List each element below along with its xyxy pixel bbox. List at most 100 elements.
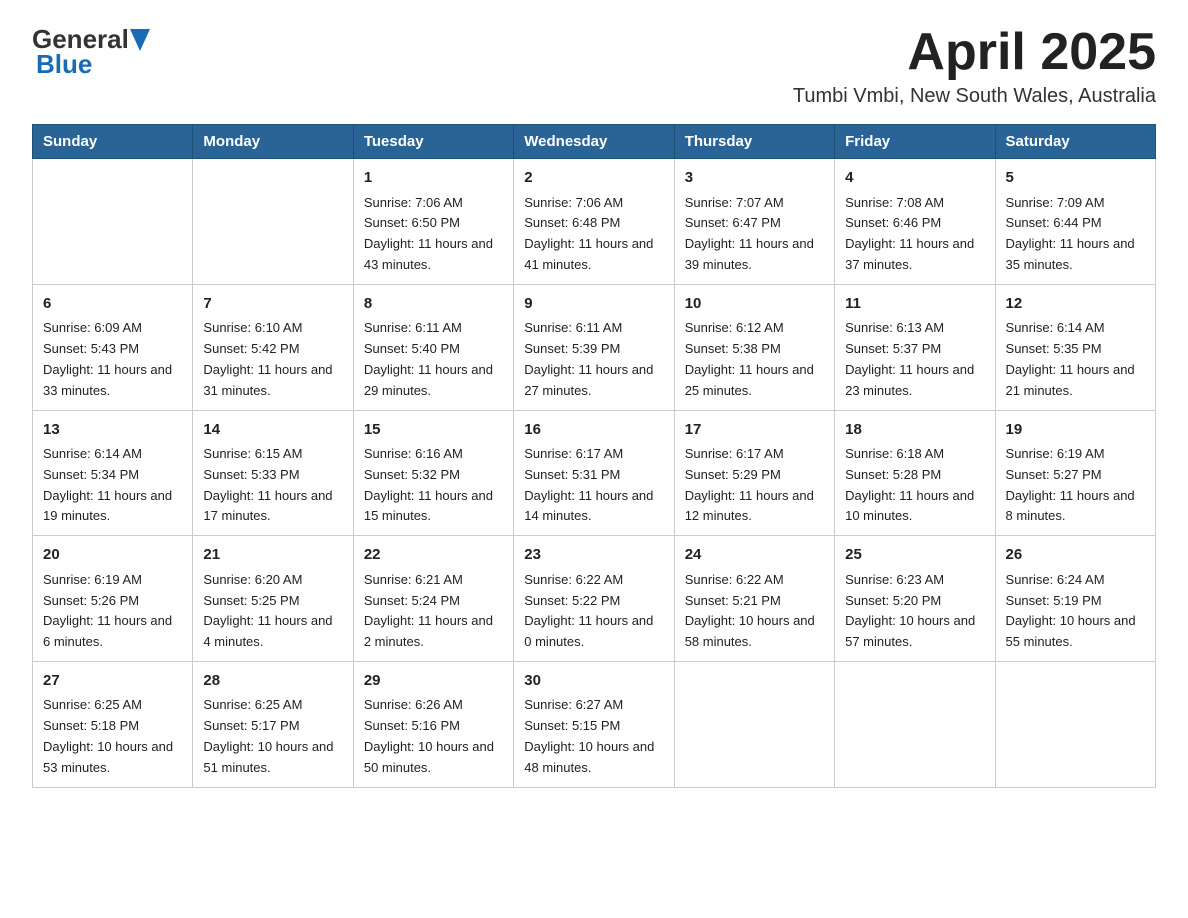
day-number: 14: [203, 419, 342, 442]
day-cell: [33, 159, 193, 285]
day-number: 29: [364, 670, 503, 693]
day-cell: 11Sunrise: 6:13 AMSunset: 5:37 PMDayligh…: [835, 284, 995, 410]
day-cell: 24 Sunrise: 6:22 AMSunset: 5:21 PMDayligh…: [674, 536, 834, 662]
day-number: 2: [524, 167, 663, 190]
day-cell: 6Sunrise: 6:09 AMSunset: 5:43 PMDaylight…: [33, 284, 193, 410]
day-number: 1: [364, 167, 503, 190]
day-number: 16: [524, 419, 663, 442]
day-cell: 10Sunrise: 6:12 AMSunset: 5:38 PMDayligh…: [674, 284, 834, 410]
day-cell: 7Sunrise: 6:10 AMSunset: 5:42 PMDaylight…: [193, 284, 353, 410]
day-cell: 3 Sunrise: 7:07 AMSunset: 6:47 PMDaylight…: [674, 159, 834, 285]
day-cell: 21 Sunrise: 6:20 AMSunset: 5:25 PMDayligh…: [193, 536, 353, 662]
day-cell: [835, 661, 995, 787]
day-cell: 22Sunrise: 6:21 AMSunset: 5:24 PMDayligh…: [353, 536, 513, 662]
day-info: Sunrise: 6:15 AMSunset: 5:33 PMDaylight:…: [203, 444, 342, 527]
day-info: Sunrise: 7:09 AMSunset: 6:44 PMDaylight:…: [1006, 193, 1145, 276]
day-number: 18: [845, 419, 984, 442]
weekday-header-friday: Friday: [835, 125, 995, 159]
weekday-header-saturday: Saturday: [995, 125, 1155, 159]
day-number: 28: [203, 670, 342, 693]
logo-triangle-icon: [130, 29, 150, 51]
weekday-header-thursday: Thursday: [674, 125, 834, 159]
day-info: Sunrise: 6:14 AMSunset: 5:35 PMDaylight:…: [1006, 318, 1145, 401]
day-info: Sunrise: 6:22 AMSunset: 5:22 PMDaylight:…: [524, 570, 663, 653]
day-cell: 9Sunrise: 6:11 AMSunset: 5:39 PMDaylight…: [514, 284, 674, 410]
day-cell: [193, 159, 353, 285]
day-number: 19: [1006, 419, 1145, 442]
day-cell: 19Sunrise: 6:19 AMSunset: 5:27 PMDayligh…: [995, 410, 1155, 536]
day-info: Sunrise: 6:25 AMSunset: 5:17 PMDaylight:…: [203, 695, 342, 778]
day-number: 6: [43, 293, 182, 316]
day-info: Sunrise: 6:18 AMSunset: 5:28 PMDaylight:…: [845, 444, 984, 527]
weekday-header-sunday: Sunday: [33, 125, 193, 159]
day-cell: 26 Sunrise: 6:24 AMSunset: 5:19 PMDayligh…: [995, 536, 1155, 662]
day-number: 3: [685, 167, 824, 190]
day-cell: 20Sunrise: 6:19 AMSunset: 5:26 PMDayligh…: [33, 536, 193, 662]
day-cell: 17Sunrise: 6:17 AMSunset: 5:29 PMDayligh…: [674, 410, 834, 536]
day-info: Sunrise: 6:12 AMSunset: 5:38 PMDaylight:…: [685, 318, 824, 401]
day-cell: 29Sunrise: 6:26 AMSunset: 5:16 PMDayligh…: [353, 661, 513, 787]
day-number: 17: [685, 419, 824, 442]
day-cell: 30Sunrise: 6:27 AMSunset: 5:15 PMDayligh…: [514, 661, 674, 787]
day-info: Sunrise: 7:07 AMSunset: 6:47 PMDaylight:…: [685, 193, 824, 276]
day-info: Sunrise: 7:06 AMSunset: 6:48 PMDaylight:…: [524, 193, 663, 276]
day-info: Sunrise: 6:16 AMSunset: 5:32 PMDaylight:…: [364, 444, 503, 527]
weekday-header-wednesday: Wednesday: [514, 125, 674, 159]
day-number: 12: [1006, 293, 1145, 316]
day-info: Sunrise: 6:09 AMSunset: 5:43 PMDaylight:…: [43, 318, 182, 401]
day-number: 7: [203, 293, 342, 316]
day-info: Sunrise: 6:26 AMSunset: 5:16 PMDaylight:…: [364, 695, 503, 778]
day-number: 27: [43, 670, 182, 693]
location-title: Tumbi Vmbi, New South Wales, Australia: [793, 85, 1156, 108]
day-info: Sunrise: 6:14 AMSunset: 5:34 PMDaylight:…: [43, 444, 182, 527]
day-number: 23: [524, 544, 663, 567]
day-number: 13: [43, 419, 182, 442]
day-number: 10: [685, 293, 824, 316]
day-info: Sunrise: 6:24 AMSunset: 5:19 PMDaylight:…: [1006, 570, 1145, 653]
day-cell: 15Sunrise: 6:16 AMSunset: 5:32 PMDayligh…: [353, 410, 513, 536]
day-info: Sunrise: 6:11 AMSunset: 5:39 PMDaylight:…: [524, 318, 663, 401]
weekday-header-row: SundayMondayTuesdayWednesdayThursdayFrid…: [33, 125, 1156, 159]
day-cell: 23 Sunrise: 6:22 AMSunset: 5:22 PMDayligh…: [514, 536, 674, 662]
day-number: 30: [524, 670, 663, 693]
day-info: Sunrise: 6:19 AMSunset: 5:27 PMDaylight:…: [1006, 444, 1145, 527]
day-number: 22: [364, 544, 503, 567]
logo-blue-text: Blue: [36, 49, 92, 79]
day-cell: 16Sunrise: 6:17 AMSunset: 5:31 PMDayligh…: [514, 410, 674, 536]
day-cell: 13Sunrise: 6:14 AMSunset: 5:34 PMDayligh…: [33, 410, 193, 536]
day-info: Sunrise: 6:11 AMSunset: 5:40 PMDaylight:…: [364, 318, 503, 401]
day-info: Sunrise: 6:17 AMSunset: 5:31 PMDaylight:…: [524, 444, 663, 527]
day-cell: [995, 661, 1155, 787]
day-number: 26: [1006, 544, 1145, 567]
title-area: April 2025 Tumbi Vmbi, New South Wales, …: [793, 24, 1156, 108]
day-cell: [674, 661, 834, 787]
week-row-5: 27Sunrise: 6:25 AMSunset: 5:18 PMDayligh…: [33, 661, 1156, 787]
day-number: 8: [364, 293, 503, 316]
day-info: Sunrise: 6:17 AMSunset: 5:29 PMDaylight:…: [685, 444, 824, 527]
week-row-2: 6Sunrise: 6:09 AMSunset: 5:43 PMDaylight…: [33, 284, 1156, 410]
day-number: 11: [845, 293, 984, 316]
month-title: April 2025: [793, 24, 1156, 81]
day-info: Sunrise: 6:20 AMSunset: 5:25 PMDaylight:…: [203, 570, 342, 653]
day-number: 9: [524, 293, 663, 316]
day-number: 24: [685, 544, 824, 567]
day-cell: 27Sunrise: 6:25 AMSunset: 5:18 PMDayligh…: [33, 661, 193, 787]
day-number: 4: [845, 167, 984, 190]
weekday-header-tuesday: Tuesday: [353, 125, 513, 159]
day-cell: 18Sunrise: 6:18 AMSunset: 5:28 PMDayligh…: [835, 410, 995, 536]
logo: General Blue: [32, 24, 151, 80]
week-row-1: 1 Sunrise: 7:06 AMSunset: 6:50 PMDaylight…: [33, 159, 1156, 285]
day-cell: 4Sunrise: 7:08 AMSunset: 6:46 PMDaylight…: [835, 159, 995, 285]
day-info: Sunrise: 6:23 AMSunset: 5:20 PMDaylight:…: [845, 570, 984, 653]
day-cell: 5Sunrise: 7:09 AMSunset: 6:44 PMDaylight…: [995, 159, 1155, 285]
day-info: Sunrise: 6:22 AMSunset: 5:21 PMDaylight:…: [685, 570, 824, 653]
day-info: Sunrise: 6:13 AMSunset: 5:37 PMDaylight:…: [845, 318, 984, 401]
calendar-table: SundayMondayTuesdayWednesdayThursdayFrid…: [32, 124, 1156, 787]
weekday-header-monday: Monday: [193, 125, 353, 159]
day-number: 20: [43, 544, 182, 567]
day-number: 21: [203, 544, 342, 567]
day-info: Sunrise: 7:06 AMSunset: 6:50 PMDaylight:…: [364, 193, 503, 276]
day-cell: 25Sunrise: 6:23 AMSunset: 5:20 PMDayligh…: [835, 536, 995, 662]
day-cell: 12Sunrise: 6:14 AMSunset: 5:35 PMDayligh…: [995, 284, 1155, 410]
day-cell: 14Sunrise: 6:15 AMSunset: 5:33 PMDayligh…: [193, 410, 353, 536]
